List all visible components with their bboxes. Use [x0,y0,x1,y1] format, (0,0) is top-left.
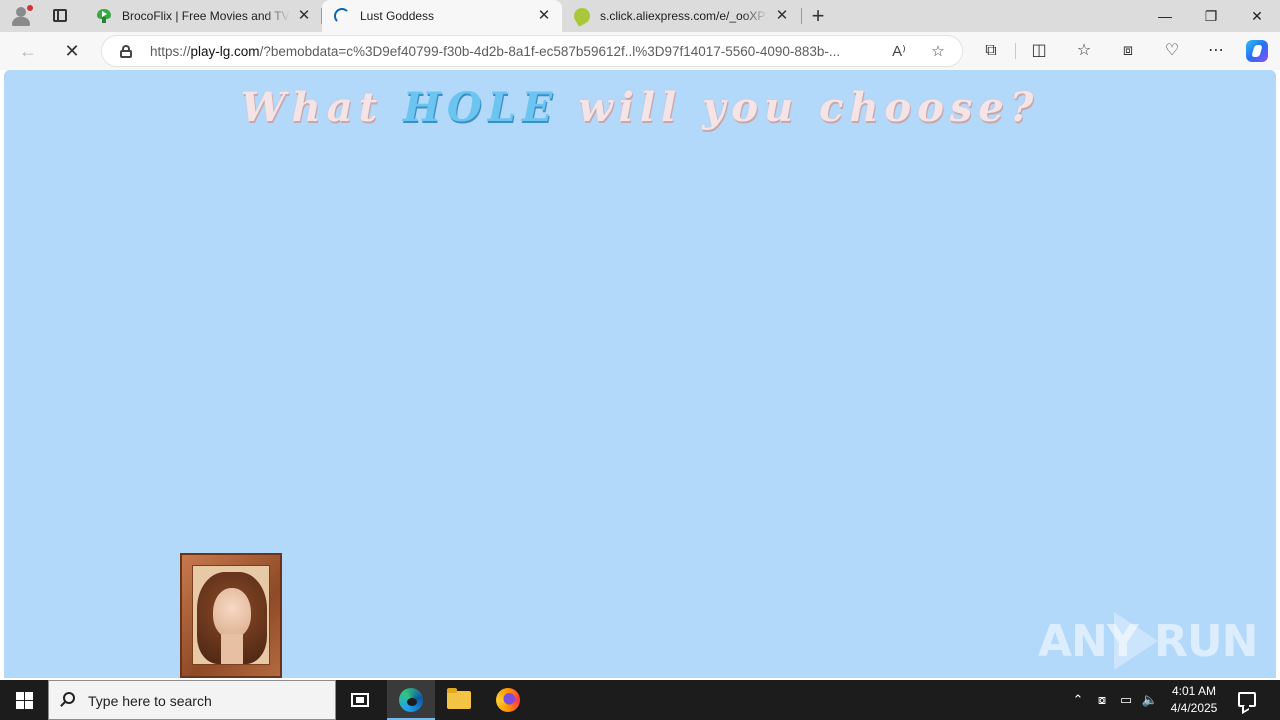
close-window-button[interactable]: ✕ [1234,0,1280,32]
restore-button[interactable]: ❐ [1188,0,1234,32]
tab-actions-icon[interactable] [46,6,74,26]
browser-essentials-icon[interactable]: ♡ [1160,40,1184,62]
split-screen-icon[interactable]: ◫ [1027,40,1051,62]
tab-lust-goddess[interactable]: Lust Goddess ✕ [322,0,562,32]
address-bar[interactable]: https://play-lg.com/?bemobdata=c%3D9ef40… [101,35,963,67]
character-portrait[interactable] [180,553,282,678]
tab-aliexpress[interactable]: s.click.aliexpress.com/e/_ooXP3d ✕ [562,0,800,32]
back-button[interactable]: ← [14,37,42,65]
copilot-icon[interactable] [1246,40,1268,62]
taskbar-search-input[interactable]: Type here to search [48,680,336,720]
task-view-icon [351,693,369,707]
windows-taskbar: Type here to search ⌃ ⧇ ▭ 🔈 4:01 AM 4/4/… [0,680,1280,720]
aliexpress-icon [571,5,593,27]
settings-more-icon[interactable]: ⋯ [1204,40,1228,62]
profile-icon[interactable] [8,4,34,28]
page-viewport: What HOLE will you choose? ANY RUN [4,70,1276,678]
url-text[interactable]: https://play-lg.com/?bemobdata=c%3D9ef40… [150,44,890,59]
loading-spinner-icon [334,8,350,24]
folder-icon [447,688,471,709]
read-aloud-icon[interactable]: A⁾ [888,41,910,63]
browser-toolbar: ← ✕ https://play-lg.com/?bemobdata=c%3D9… [0,32,1280,70]
search-icon [63,692,75,704]
toolbar-divider [1015,43,1016,59]
windows-start-button[interactable] [0,680,48,720]
page-headline: What HOLE will you choose? [240,84,1040,131]
search-placeholder: Type here to search [88,693,212,709]
favorites-icon[interactable]: ☆ [1072,40,1096,62]
new-tab-button[interactable]: + [808,5,828,27]
show-hidden-icons-chevron-icon[interactable]: ⌃ [1067,690,1089,710]
firefox-icon [496,688,520,712]
close-tab-icon[interactable]: ✕ [296,8,312,24]
broccoli-play-icon [96,8,112,24]
minimize-button[interactable]: — [1142,0,1188,32]
taskbar-clock[interactable]: 4:01 AM 4/4/2025 [1166,683,1222,717]
notifications-icon[interactable] [1238,692,1256,707]
anyrun-watermark: ANY RUN [1038,610,1258,670]
lock-icon[interactable] [120,45,132,58]
tab-strip: BrocoFlix | Free Movies and TV Shows ✕ L… [0,0,1280,32]
network-icon[interactable]: ▭ [1115,690,1137,710]
close-tab-icon[interactable]: ✕ [536,8,552,24]
tray-device-icon[interactable]: ⧇ [1091,690,1113,710]
close-tab-icon[interactable]: ✕ [774,8,790,24]
tab-title: Lust Goddess [360,9,435,23]
taskbar-app-edge[interactable] [387,680,435,720]
tab-brocoflix[interactable]: BrocoFlix | Free Movies and TV Shows ✕ [84,0,322,32]
tab-separator [801,8,802,24]
tab-title: BrocoFlix | Free Movies and TV Shows [122,9,290,23]
edge-icon [399,688,423,712]
favorite-star-icon[interactable]: ☆ [927,41,949,63]
collections-icon[interactable]: ⧈ [1116,40,1140,62]
headline-emphasis: HOLE [403,84,559,131]
tab-title: s.click.aliexpress.com/e/_ooXP3d [600,9,768,23]
task-view-button[interactable] [336,680,384,720]
volume-icon[interactable]: 🔈 [1139,690,1161,710]
clock-time: 4:01 AM [1171,684,1217,698]
clock-date: 4/4/2025 [1170,701,1218,715]
taskbar-app-file-explorer[interactable] [435,680,483,720]
extensions-icon[interactable]: ⧉ [979,40,1003,62]
stop-loading-button[interactable]: ✕ [58,37,86,65]
taskbar-app-firefox[interactable] [484,680,532,720]
